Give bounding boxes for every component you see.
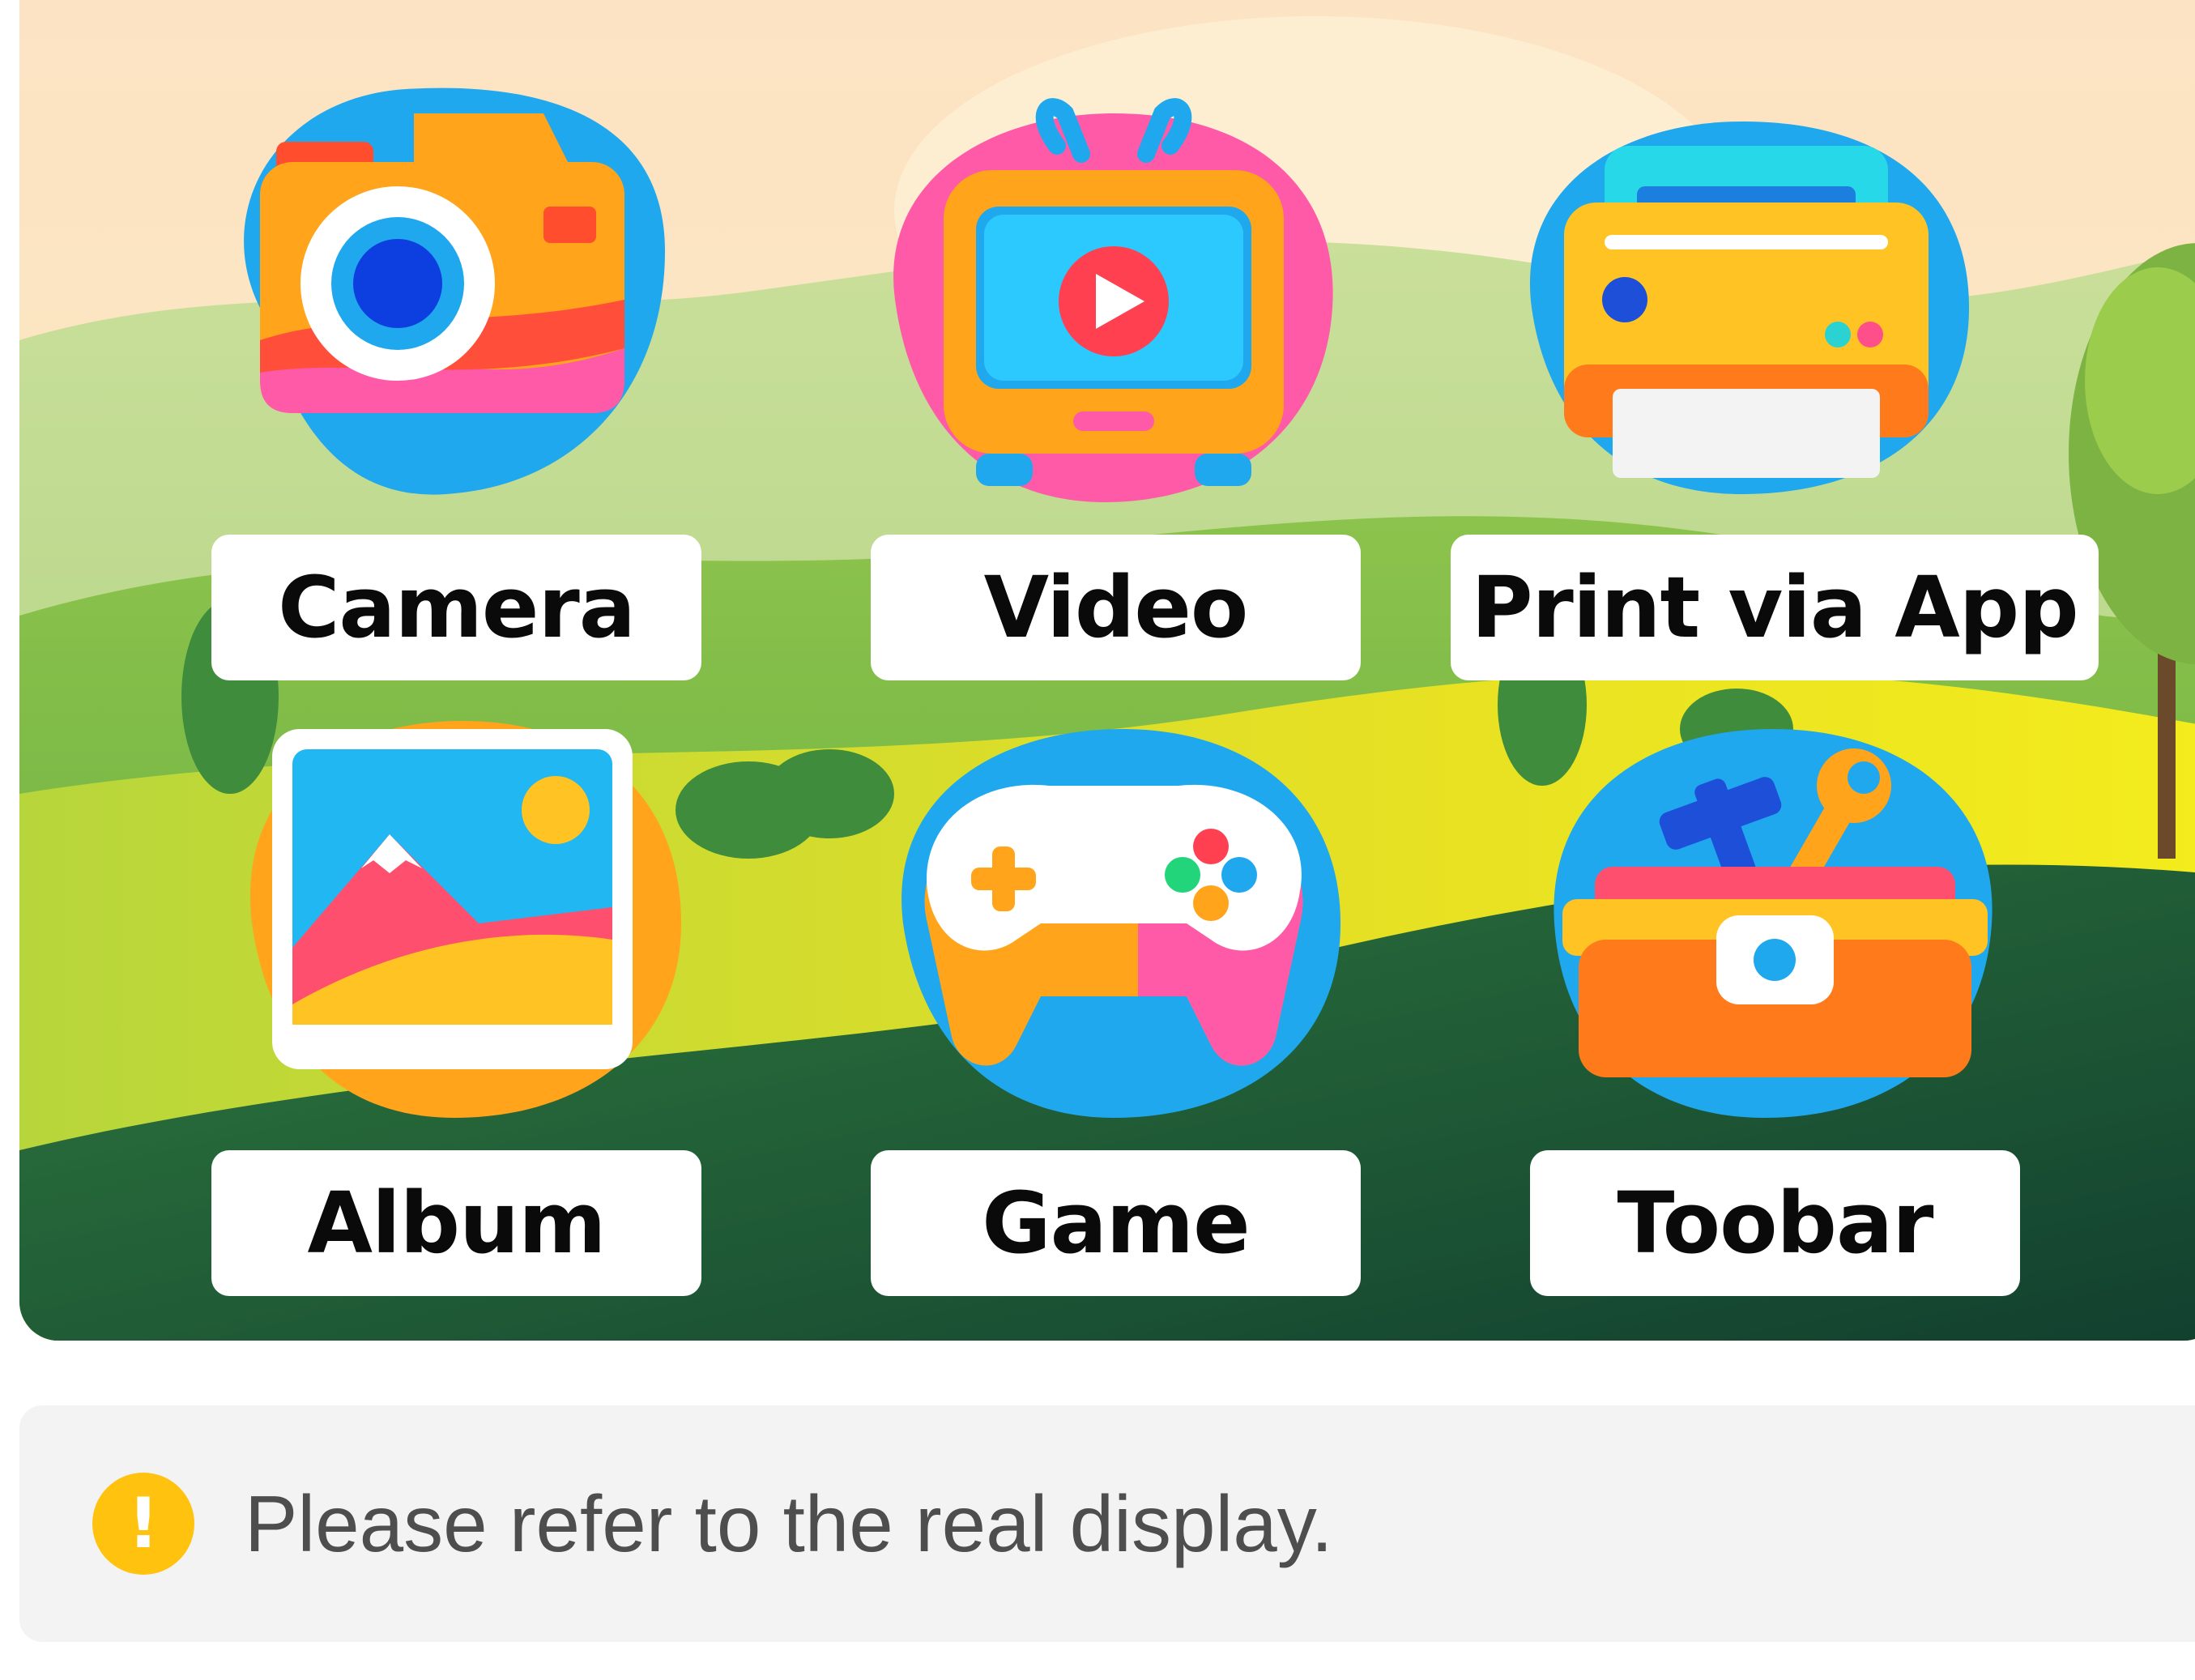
app-label-camera: Camera xyxy=(211,535,701,680)
app-tile-print[interactable]: Print via App xyxy=(1451,65,2099,680)
notice-text: Please refer to the real display. xyxy=(245,1479,1333,1568)
exclamation-icon: ! xyxy=(92,1473,194,1575)
toolbox-icon xyxy=(1554,729,1993,1118)
app-launcher-page: Camera Video Print via App Album Game To… xyxy=(0,0,2195,1680)
app-label-print: Print via App xyxy=(1451,535,2099,680)
camera-icon xyxy=(244,87,665,495)
photo-icon xyxy=(249,721,681,1118)
app-label-video: Video xyxy=(871,535,1361,680)
printer-icon xyxy=(1529,122,1969,494)
display-notice: ! Please refer to the real display. xyxy=(19,1405,2195,1642)
app-tile-game[interactable]: Game xyxy=(871,680,1361,1296)
gamepad-icon xyxy=(901,729,1340,1118)
app-preview-card: Camera Video Print via App Album Game To… xyxy=(19,0,2195,1341)
app-tile-album[interactable]: Album xyxy=(211,680,701,1296)
tv-play-icon xyxy=(893,98,1333,502)
app-tile-toolbar[interactable]: Toobar xyxy=(1530,680,2020,1296)
app-label-game: Game xyxy=(871,1150,1361,1296)
app-tile-camera[interactable]: Camera xyxy=(211,65,701,680)
app-label-toolbar: Toobar xyxy=(1530,1150,2020,1296)
app-label-album: Album xyxy=(211,1150,701,1296)
app-tile-video[interactable]: Video xyxy=(871,65,1361,680)
